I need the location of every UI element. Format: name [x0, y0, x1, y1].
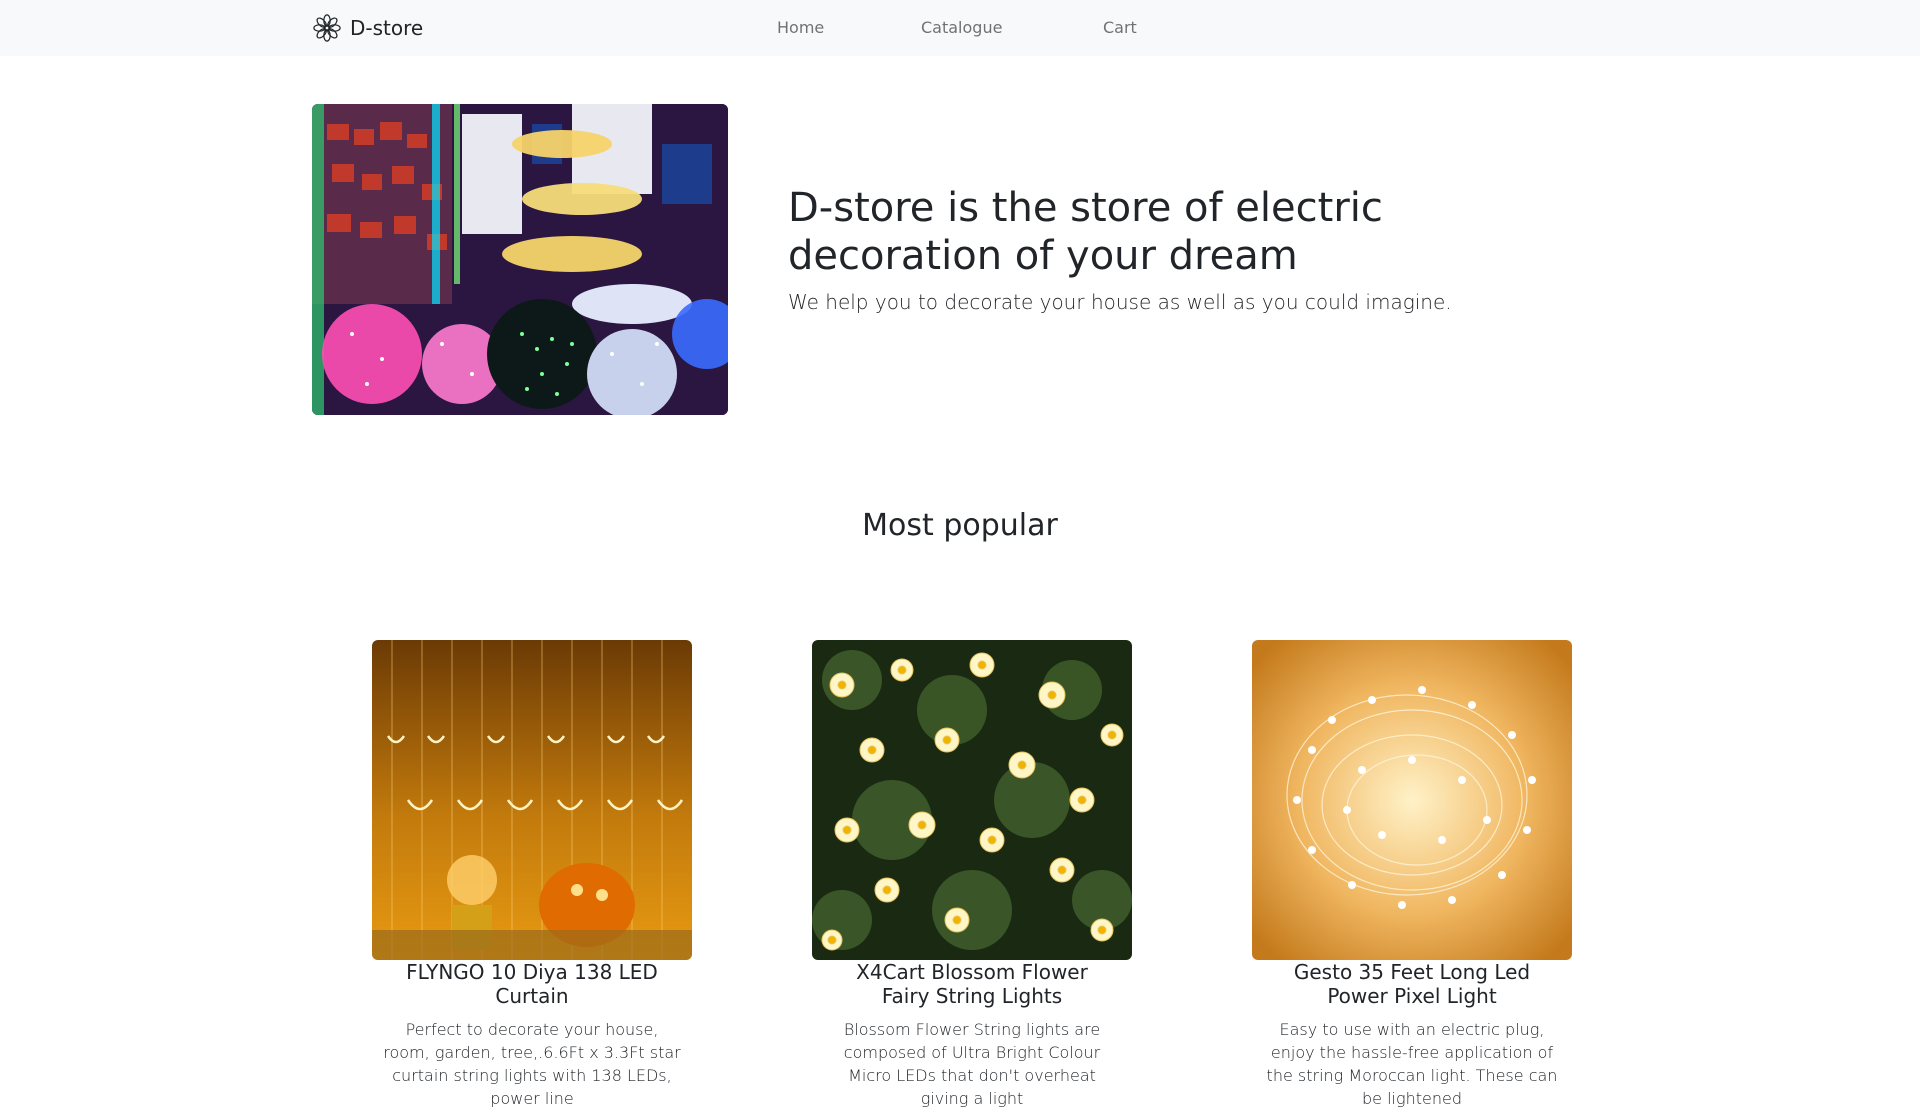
hero-text: D-store is the store of electric decorat…	[788, 184, 1608, 316]
product-image[interactable]	[1252, 640, 1572, 960]
product-image[interactable]	[372, 640, 692, 960]
mandala-flower-icon	[313, 14, 341, 42]
product-image[interactable]	[812, 640, 1132, 960]
product-description: Blossom Flower String lights are compose…	[843, 1020, 1101, 1108]
navbar: D-store Home Catalogue Cart	[0, 0, 1920, 56]
brand-link[interactable]: D-store	[312, 12, 423, 44]
section-title-most-popular: Most popular	[862, 508, 1058, 543]
hero-image	[312, 104, 728, 415]
product-title[interactable]: X4Cart Blossom Flower Fairy String Light…	[812, 960, 1132, 1008]
product-card: Gesto 35 Feet Long Led Power Pixel Light…	[1252, 640, 1572, 1110]
brand-name: D-store	[350, 16, 424, 40]
product-title[interactable]: Gesto 35 Feet Long Led Power Pixel Light	[1252, 960, 1572, 1008]
product-title[interactable]: FLYNGO 10 Diya 138 LED Curtain	[372, 960, 692, 1008]
product-card: X4Cart Blossom Flower Fairy String Light…	[812, 640, 1132, 1110]
nav-link-cart[interactable]: Cart	[1103, 18, 1137, 37]
product-description: Easy to use with an electric plug, enjoy…	[1266, 1020, 1558, 1108]
product-card: FLYNGO 10 Diya 138 LED Curtain Perfect t…	[372, 640, 692, 1110]
nav-link-home[interactable]: Home	[777, 18, 824, 37]
nav-link-catalogue[interactable]: Catalogue	[921, 18, 1002, 37]
hero-title: D-store is the store of electric decorat…	[788, 185, 1383, 279]
hero-subtitle: We help you to decorate your house as we…	[788, 290, 1452, 314]
product-description: Perfect to decorate your house, room, ga…	[383, 1020, 681, 1108]
